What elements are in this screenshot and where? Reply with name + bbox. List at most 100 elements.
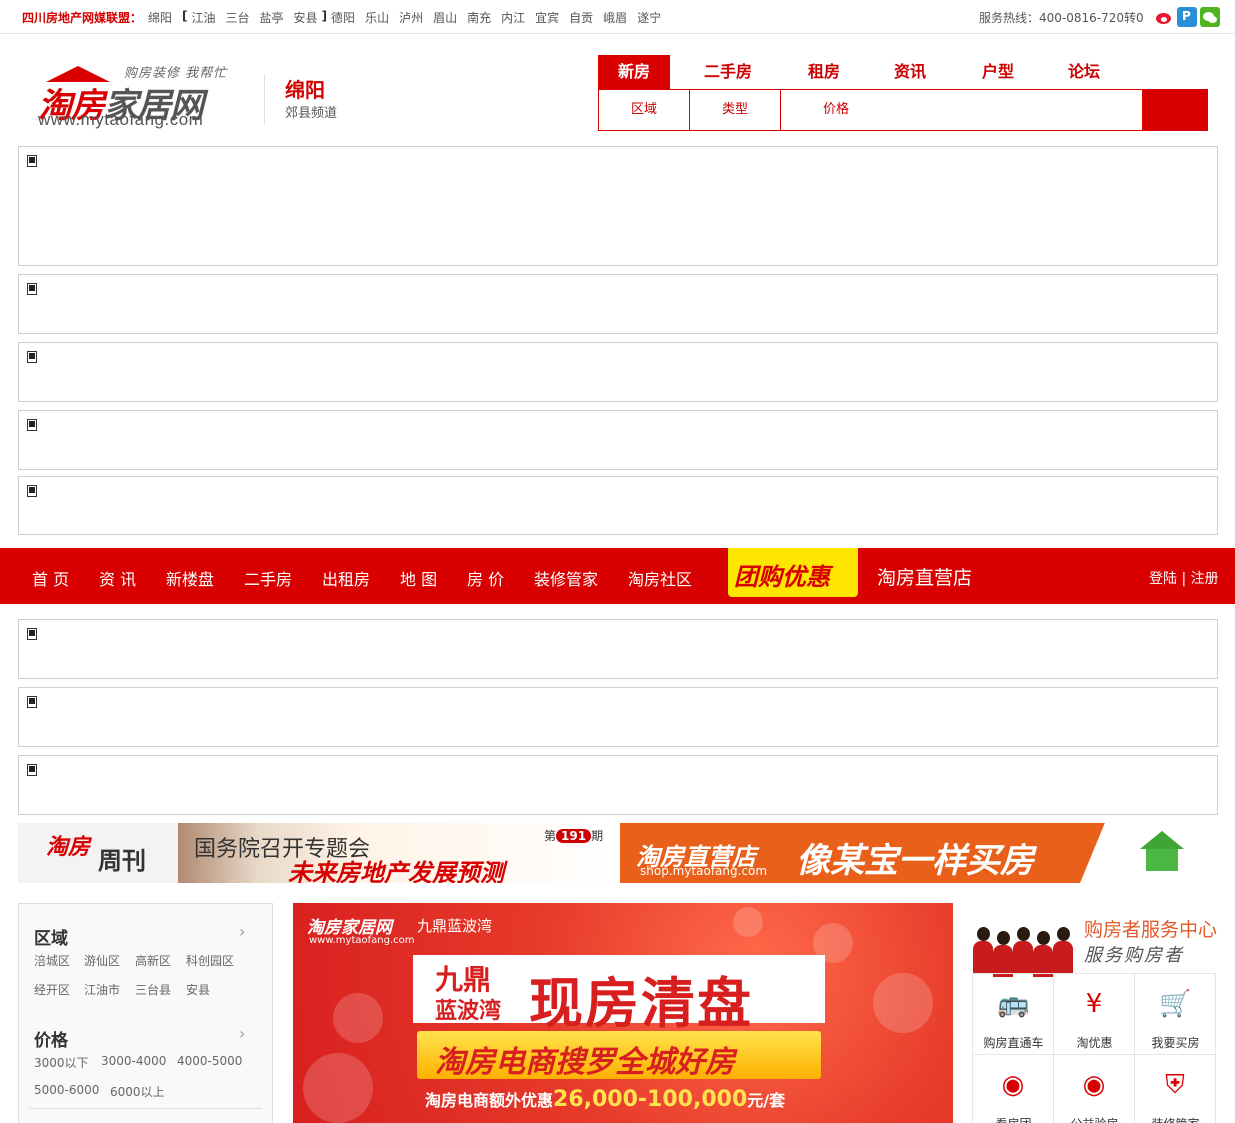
price-option[interactable]: 3000-4000	[101, 1054, 166, 1068]
filter-panel: 区域 › 涪城区 游仙区 高新区 科创园区 经开区 江油市 三台县 安县 价格 …	[18, 903, 273, 1123]
search-option-price[interactable]: 价格	[781, 90, 892, 130]
tab-new-house[interactable]: 新房	[598, 55, 670, 89]
bg-bubble	[733, 907, 763, 937]
tab-forum[interactable]: 论坛	[1048, 55, 1120, 89]
weekly-banner[interactable]: 淘房 周刊 国务院召开专题会 未来房地产发展预测 第 191 期	[18, 823, 616, 883]
nav-price[interactable]: 房 价	[467, 566, 504, 590]
tab-news[interactable]: 资讯	[874, 55, 946, 89]
promo-banner[interactable]: 淘房家居网 www.mytaofang.com 九鼎蓝波湾 九鼎 蓝波湾 现房清…	[293, 903, 953, 1123]
search-option-type[interactable]: 类型	[690, 90, 781, 130]
bg-bubble	[303, 1053, 373, 1123]
region-option[interactable]: 科创园区	[186, 952, 234, 969]
broken-image-icon	[27, 351, 37, 363]
ad-slot[interactable]	[18, 687, 1218, 747]
person-figure	[992, 931, 1014, 977]
bus-icon: 🚌	[997, 989, 1030, 1019]
city-link[interactable]: 内江	[501, 9, 525, 26]
price-option[interactable]: 4000-5000	[177, 1054, 242, 1068]
service-item[interactable]: ⛨ 装修管家	[1135, 1055, 1216, 1123]
region-option[interactable]: 涪城区	[34, 952, 70, 969]
ad-slot[interactable]	[18, 410, 1218, 470]
weekly-line-2: 未来房地产发展预测	[288, 859, 504, 883]
group-buy-button[interactable]: 团购优惠	[728, 548, 858, 597]
tab-layout[interactable]: 户型	[962, 55, 1034, 89]
ad-slot[interactable]	[18, 146, 1218, 266]
service-item[interactable]: 🛒 我要买房	[1135, 974, 1216, 1055]
weekly-brand-a: 淘房	[46, 835, 91, 860]
region-option[interactable]: 游仙区	[84, 952, 120, 969]
nav-second-hand[interactable]: 二手房	[244, 566, 292, 590]
city-link[interactable]: 绵阳	[148, 9, 172, 26]
search-input[interactable]	[891, 90, 1142, 130]
nav-direct-store[interactable]: 淘房直营店	[877, 563, 972, 590]
filter-region-title[interactable]: 区域	[34, 924, 68, 949]
chevron-right-icon[interactable]: ›	[239, 1024, 245, 1043]
city-link[interactable]: 遂宁	[637, 9, 661, 26]
broken-image-icon	[27, 696, 37, 708]
promo-strip: 淘房电商搜罗全城好房	[417, 1031, 821, 1080]
city-link[interactable]: 峨眉	[603, 9, 627, 26]
nav-community[interactable]: 淘房社区	[628, 566, 692, 590]
nav-rental[interactable]: 出租房	[322, 566, 370, 590]
service-item[interactable]: ◉ 看房团	[973, 1055, 1054, 1123]
ad-slot[interactable]	[18, 342, 1218, 402]
region-option[interactable]: 安县	[186, 981, 210, 998]
price-option[interactable]: 5000-6000	[34, 1083, 99, 1097]
service-item-label: 淘优惠	[1076, 1036, 1113, 1050]
register-link[interactable]: 注册	[1191, 571, 1219, 587]
city-link[interactable]: 德阳	[331, 9, 355, 26]
offer-suffix: 元/套	[747, 1091, 786, 1110]
bracket-close: ]	[321, 9, 328, 23]
city-link[interactable]: 自贡	[569, 9, 593, 26]
person-figure	[1032, 931, 1054, 977]
login-link[interactable]: 登陆	[1149, 571, 1177, 587]
ad-slot[interactable]	[18, 755, 1218, 815]
ad-slot[interactable]	[18, 274, 1218, 334]
city-link[interactable]: 宜宾	[535, 9, 559, 26]
ad-slot[interactable]	[18, 619, 1218, 679]
chevron-right-icon[interactable]: ›	[239, 922, 245, 941]
city-link[interactable]: 南充	[467, 9, 491, 26]
city-link[interactable]: 江油	[192, 9, 216, 26]
coupon-icon: ¥	[1085, 989, 1103, 1019]
nav-home[interactable]: 首 页	[32, 566, 69, 590]
tab-rent[interactable]: 租房	[788, 55, 860, 89]
price-option[interactable]: 3000以下	[34, 1054, 89, 1071]
service-item[interactable]: 🚌 购房直通车	[973, 974, 1054, 1055]
filter-price-title[interactable]: 价格	[34, 1026, 68, 1051]
city-link[interactable]: 安县	[294, 9, 318, 26]
city-link[interactable]: 盐亭	[260, 9, 284, 26]
tencent-weibo-icon[interactable]	[1177, 7, 1197, 27]
search-button[interactable]	[1142, 89, 1208, 131]
search-option-region[interactable]: 区域	[599, 90, 690, 130]
tab-second-hand[interactable]: 二手房	[690, 55, 766, 89]
wechat-icon[interactable]	[1200, 7, 1220, 27]
nav-news[interactable]: 资 讯	[99, 566, 136, 590]
offer-amount: 26,000-100,000	[553, 1087, 748, 1112]
direct-store-banner[interactable]: 淘房直营店 shop.mytaofang.com 像某宝一样买房	[620, 823, 1218, 883]
nav-decoration[interactable]: 装修管家	[534, 566, 598, 590]
weekly-brand-b: 周刊	[98, 847, 146, 875]
city-link[interactable]: 三台	[226, 9, 250, 26]
weibo-icon[interactable]	[1154, 7, 1174, 27]
bracket-open: [	[182, 9, 188, 23]
city-channel: 郊县频道	[285, 106, 338, 121]
weekly-brand-panel: 淘房 周刊	[18, 823, 178, 883]
region-option[interactable]: 经开区	[34, 981, 70, 998]
region-option[interactable]: 江油市	[84, 981, 120, 998]
region-option[interactable]: 三台县	[135, 981, 171, 998]
ad-slot[interactable]	[18, 476, 1218, 535]
site-logo[interactable]: 购房装修 我帮忙 淘房家居网 www.mytaofang.com	[36, 58, 246, 132]
service-subtitle: 服务购房者	[1084, 945, 1184, 966]
city-link[interactable]: 乐山	[365, 9, 389, 26]
city-link[interactable]: 眉山	[433, 9, 457, 26]
price-option[interactable]: 6000以上	[110, 1083, 165, 1100]
nav-new-estates[interactable]: 新楼盘	[166, 566, 214, 590]
search-tabs: 新房 二手房 租房 资讯 户型 论坛	[598, 55, 1208, 89]
city-link[interactable]: 泸州	[399, 9, 423, 26]
service-item[interactable]: ¥ 淘优惠	[1054, 974, 1135, 1055]
nav-map[interactable]: 地 图	[400, 566, 437, 590]
region-option[interactable]: 高新区	[135, 952, 171, 969]
service-item[interactable]: ◉ 公益验房	[1054, 1055, 1135, 1123]
service-center: 购房者服务中心 服务购房者 🚌 购房直通车 ¥ 淘优惠 🛒 我要买房 ◉ 看房团…	[972, 903, 1218, 1123]
